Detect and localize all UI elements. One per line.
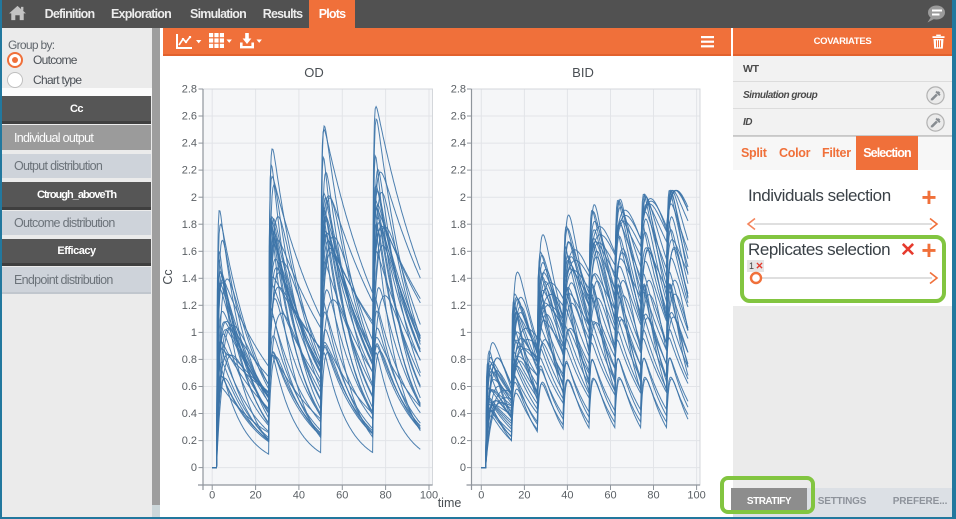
svg-text:100: 100	[687, 490, 705, 502]
svg-text:0.2: 0.2	[182, 435, 197, 447]
svg-text:time: time	[438, 496, 462, 510]
svg-text:2.8: 2.8	[451, 84, 466, 96]
svg-text:80: 80	[379, 490, 391, 502]
svg-text:100: 100	[420, 490, 438, 502]
svg-text:1.8: 1.8	[182, 219, 197, 231]
svg-text:1.2: 1.2	[451, 300, 466, 312]
svg-text:OD: OD	[304, 65, 324, 80]
svg-text:2.4: 2.4	[451, 138, 466, 150]
svg-text:2.2: 2.2	[451, 165, 466, 177]
svg-text:1.2: 1.2	[182, 300, 197, 312]
svg-text:20: 20	[249, 490, 261, 502]
svg-text:2.2: 2.2	[182, 165, 197, 177]
svg-text:2: 2	[460, 192, 466, 204]
svg-text:0.6: 0.6	[182, 381, 197, 393]
svg-text:1.4: 1.4	[182, 273, 197, 285]
svg-text:2.6: 2.6	[182, 111, 197, 123]
svg-text:0.6: 0.6	[451, 381, 466, 393]
svg-text:Cc: Cc	[161, 269, 175, 284]
svg-text:80: 80	[647, 490, 659, 502]
svg-text:1: 1	[191, 327, 197, 339]
svg-text:0.4: 0.4	[182, 408, 197, 420]
svg-text:0.4: 0.4	[451, 408, 466, 420]
svg-text:40: 40	[293, 490, 305, 502]
svg-text:2: 2	[191, 192, 197, 204]
svg-text:0.8: 0.8	[182, 354, 197, 366]
svg-text:0: 0	[478, 490, 484, 502]
svg-text:1.8: 1.8	[451, 219, 466, 231]
svg-text:2.6: 2.6	[451, 111, 466, 123]
svg-text:1: 1	[460, 327, 466, 339]
svg-text:0.8: 0.8	[451, 354, 466, 366]
svg-text:0: 0	[191, 462, 197, 474]
svg-text:60: 60	[336, 490, 348, 502]
svg-text:2.8: 2.8	[182, 84, 197, 96]
svg-text:1.6: 1.6	[182, 246, 197, 258]
svg-text:20: 20	[518, 490, 530, 502]
svg-text:2.4: 2.4	[182, 138, 197, 150]
svg-text:0: 0	[209, 490, 215, 502]
svg-text:1.6: 1.6	[451, 246, 466, 258]
svg-text:60: 60	[604, 490, 616, 502]
svg-text:0.2: 0.2	[451, 435, 466, 447]
svg-text:0: 0	[460, 462, 466, 474]
svg-text:40: 40	[561, 490, 573, 502]
svg-text:BID: BID	[572, 65, 594, 80]
svg-text:1.4: 1.4	[451, 273, 466, 285]
